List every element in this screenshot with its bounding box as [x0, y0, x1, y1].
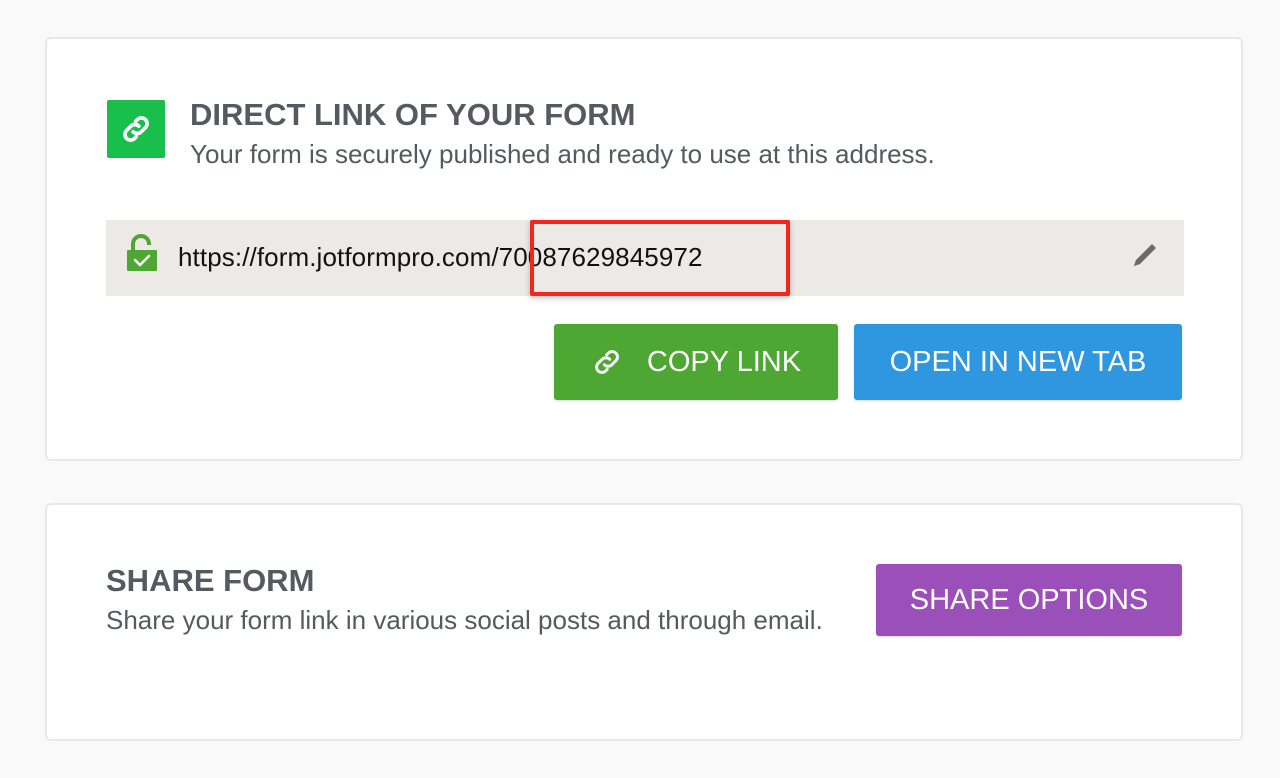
direct-link-subtitle: Your form is securely published and read…	[190, 139, 935, 169]
direct-link-title: DIRECT LINK OF YOUR FORM	[190, 97, 636, 132]
share-form-title: SHARE FORM	[106, 563, 315, 598]
share-form-card: SHARE FORM Share your form link in vario…	[45, 503, 1243, 741]
copy-link-button[interactable]: COPY LINK	[554, 324, 838, 400]
url-prefix: https://form.jotformpro.com/	[178, 242, 499, 272]
form-id-highlight-box	[530, 220, 790, 296]
lock-icon	[126, 234, 158, 272]
share-options-label: SHARE OPTIONS	[909, 583, 1149, 616]
direct-link-card: DIRECT LINK OF YOUR FORM Your form is se…	[45, 37, 1243, 461]
open-in-new-tab-button[interactable]: OPEN IN NEW TAB	[854, 324, 1182, 400]
copy-link-label: COPY LINK	[646, 345, 802, 378]
pencil-icon[interactable]	[1128, 238, 1162, 272]
form-url-field[interactable]: https://form.jotformpro.com/700876298459…	[106, 220, 1184, 296]
share-options-button[interactable]: SHARE OPTIONS	[876, 564, 1182, 636]
link-icon	[107, 100, 165, 158]
link-icon	[591, 346, 623, 378]
share-form-description: Share your form link in various social p…	[106, 605, 823, 635]
open-in-new-tab-label: OPEN IN NEW TAB	[889, 345, 1147, 378]
